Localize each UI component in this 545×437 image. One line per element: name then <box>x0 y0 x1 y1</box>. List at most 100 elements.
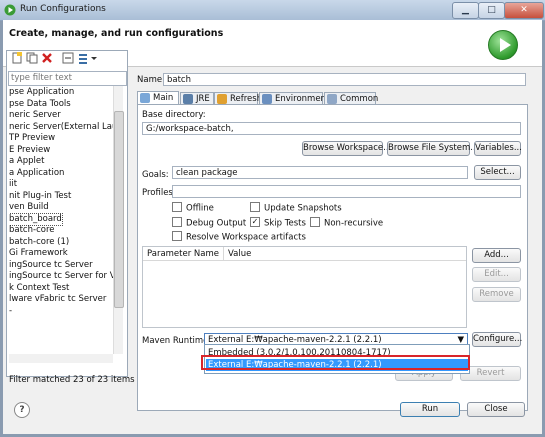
filter-dropdown-icon[interactable] <box>90 52 98 64</box>
title-bar: Run Configurations ▁ □ ✕ <box>0 0 545 21</box>
tree-item-label: neric Server(External Launch) <box>9 121 113 132</box>
debug-output-check[interactable] <box>172 217 182 227</box>
collapse-all-icon[interactable] <box>62 52 74 64</box>
tree-item[interactable]: ingSource tc Server for VMw <box>9 271 113 283</box>
run-banner-icon <box>488 30 518 60</box>
main-tab-icon <box>140 93 150 103</box>
new-config-icon[interactable] <box>11 52 23 64</box>
parameter-name-header[interactable]: Parameter Name <box>143 247 224 261</box>
tree-item-label: Gi Framework <box>9 248 68 258</box>
filter-status: Filter matched 23 of 23 items <box>9 375 135 385</box>
tree-item[interactable]: - <box>9 306 113 318</box>
maven-runtime-label: Maven Runtime: <box>142 336 212 346</box>
filter-input[interactable] <box>8 71 127 86</box>
value-header[interactable]: Value <box>224 247 466 261</box>
variables-button[interactable]: Variables... <box>474 141 522 156</box>
parameter-table[interactable]: Parameter Name Value <box>142 246 467 328</box>
configuration-tree[interactable]: pse Application pse Data Tools neric Serve… <box>9 87 113 353</box>
tree-item[interactable]: TP Preview <box>9 133 113 145</box>
update-snapshots-check[interactable] <box>250 202 260 212</box>
filter-icon[interactable] <box>78 52 90 64</box>
tree-item-label: neric Server <box>9 110 61 120</box>
debug-output-checkbox[interactable]: Debug Output <box>172 217 246 229</box>
base-directory-field[interactable]: G:/workspace-batch, <box>142 122 521 135</box>
tree-item-label: nit Plug-in Test <box>9 190 72 201</box>
name-field[interactable]: batch <box>163 73 526 86</box>
tree-item[interactable]: lware vFabric tc Server <box>9 294 113 306</box>
scroll-thumb[interactable] <box>114 111 124 308</box>
tree-item[interactable]: nit Plug-in Test <box>9 191 113 203</box>
profiles-field[interactable] <box>172 185 521 198</box>
resolve-workspace-checkbox[interactable]: Resolve Workspace artifacts <box>172 231 306 243</box>
duplicate-icon[interactable] <box>26 52 38 64</box>
remove-parameter-button[interactable]: Remove <box>472 287 521 302</box>
annotation-highlight-box <box>201 355 470 370</box>
tree-item-label: ingSource tc Server for VMw <box>9 271 113 281</box>
close-button[interactable]: Close <box>467 402 525 417</box>
browse-workspace-button[interactable]: Browse Workspace... <box>302 141 391 156</box>
add-parameter-button[interactable]: Add... <box>472 248 521 263</box>
profiles-label: Profiles: <box>142 188 176 198</box>
tree-item[interactable]: k Context Test <box>9 283 113 295</box>
tree-item-label: lware vFabric tc Server <box>9 294 107 304</box>
tree-item-label: k Context Test <box>9 282 70 293</box>
tree-item-label: iit <box>9 179 18 189</box>
tree-horizontal-scrollbar[interactable] <box>9 354 113 363</box>
tree-item-label: batch_board <box>9 212 63 226</box>
tree-item[interactable]: E Preview <box>9 145 113 157</box>
close-window-button[interactable]: ✕ <box>504 2 544 19</box>
refresh-icon <box>217 94 227 104</box>
tree-item-label: batch-core <box>9 225 55 235</box>
tree-item-label: a Application <box>9 167 65 178</box>
browse-file-system-button[interactable]: Browse File System... <box>387 141 478 156</box>
base-directory-label: Base directory: <box>142 110 206 120</box>
tree-item[interactable]: pse Data Tools <box>9 99 113 111</box>
header-title: Create, manage, and run configurations <box>9 28 224 39</box>
delete-icon[interactable] <box>41 52 53 64</box>
tree-item[interactable]: batch_board <box>9 212 113 226</box>
minimize-button[interactable]: ▁ <box>452 2 479 19</box>
update-snapshots-checkbox[interactable]: Update Snapshots <box>250 202 342 214</box>
non-recursive-check[interactable] <box>310 217 320 227</box>
run-button[interactable]: Run <box>400 402 460 417</box>
tab-main[interactable]: Main <box>137 91 179 105</box>
tree-vertical-scrollbar[interactable] <box>113 86 124 354</box>
tree-item[interactable]: iit <box>9 179 113 191</box>
tree-item[interactable]: batch-core (1) <box>9 237 113 249</box>
tree-item-label: ven Build <box>9 202 49 212</box>
tree-item-label: - <box>9 305 13 316</box>
tree-item[interactable]: batch-core <box>9 225 113 237</box>
select-goals-button[interactable]: Select... <box>474 165 521 180</box>
help-icon[interactable]: ? <box>14 402 30 418</box>
tree-item-label: ingSource tc Server <box>9 259 93 270</box>
resolve-workspace-check[interactable] <box>172 231 182 241</box>
tree-item-label: a Applet <box>9 156 45 166</box>
name-label: Name: <box>137 75 165 85</box>
tree-item[interactable]: neric Server(External Launch) <box>9 122 113 134</box>
non-recursive-checkbox[interactable]: Non-recursive <box>310 217 383 229</box>
tree-item[interactable]: ven Build <box>9 202 113 214</box>
maximize-button[interactable]: □ <box>478 2 505 19</box>
tree-item-label: TP Preview <box>9 133 56 143</box>
tree-item-label: E Preview <box>9 144 51 155</box>
window-title: Run Configurations <box>20 4 106 14</box>
tree-item[interactable]: a Applet <box>9 156 113 168</box>
offline-checkbox[interactable]: Offline <box>172 202 214 214</box>
tree-item-label: batch-core (1) <box>9 236 70 247</box>
tree-item[interactable]: Gi Framework <box>9 248 113 260</box>
configure-button[interactable]: Configure... <box>472 332 522 347</box>
offline-check[interactable] <box>172 202 182 212</box>
skip-tests-checkbox[interactable]: ✓ Skip Tests <box>250 217 306 229</box>
edit-parameter-button[interactable]: Edit... <box>472 267 521 282</box>
environment-icon <box>262 94 272 104</box>
common-icon <box>327 94 337 104</box>
skip-tests-check[interactable]: ✓ <box>250 217 260 227</box>
goals-field[interactable]: clean package <box>172 166 468 179</box>
run-config-app-icon <box>4 4 16 16</box>
jre-icon <box>183 94 193 104</box>
tree-item[interactable]: a Application <box>9 168 113 180</box>
tree-item[interactable]: pse Application <box>9 87 113 99</box>
tree-item-label: pse Data Tools <box>9 98 71 109</box>
tree-item[interactable]: ingSource tc Server <box>9 260 113 272</box>
tree-item[interactable]: neric Server <box>9 110 113 122</box>
